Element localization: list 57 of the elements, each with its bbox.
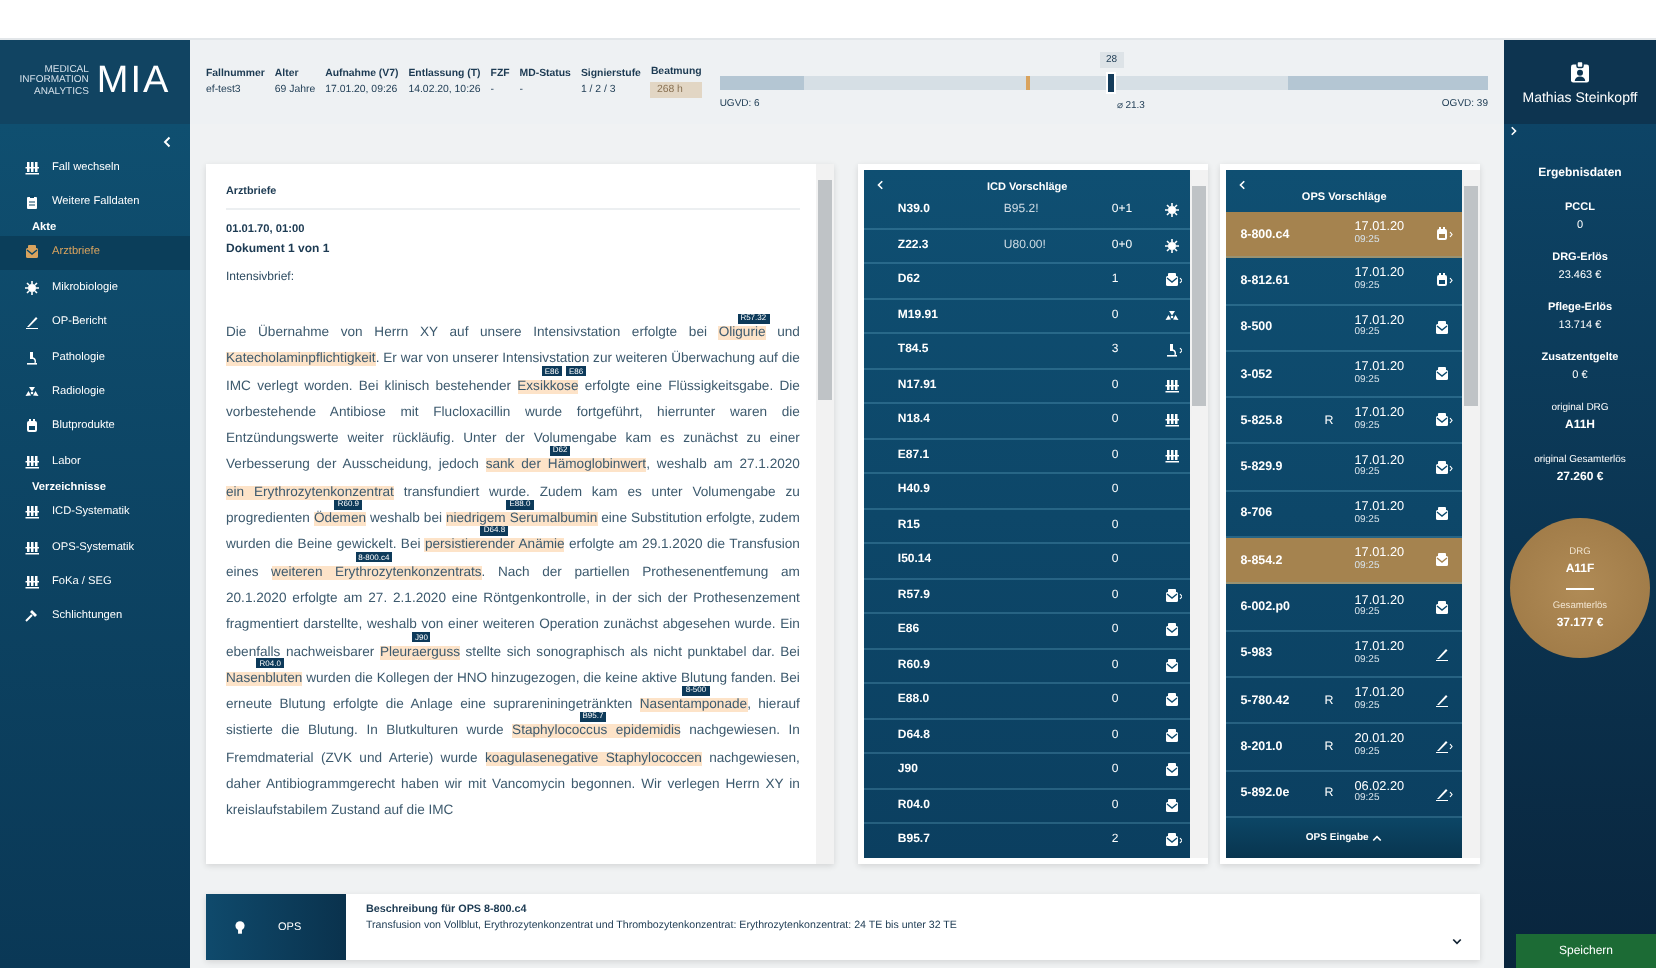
envelope-icon	[1163, 587, 1183, 604]
test-tube-rack-icon	[24, 504, 40, 521]
limit-zone	[719, 76, 805, 90]
scrollbar[interactable]	[815, 164, 834, 864]
radiation-icon	[1163, 307, 1180, 324]
blood-bag-icon	[1434, 226, 1454, 243]
lightbulb-icon	[234, 919, 246, 935]
scrollbar[interactable]	[1462, 170, 1480, 858]
caret-up-icon	[1372, 834, 1383, 842]
chevron-right-icon[interactable]	[1508, 126, 1518, 136]
germ-icon	[1163, 237, 1180, 254]
radiation-icon	[24, 384, 40, 401]
germ-icon	[1163, 202, 1180, 219]
envelope-icon	[1163, 797, 1180, 814]
chevron-left-icon[interactable]	[162, 136, 174, 148]
envelope-icon	[1434, 505, 1451, 522]
test-tube-rack-icon	[24, 573, 40, 590]
envelope-icon	[1434, 459, 1454, 476]
scalpel-icon	[24, 314, 40, 331]
envelope-icon	[1163, 762, 1180, 779]
blood-bag-icon	[1434, 272, 1454, 289]
chevron-left-icon[interactable]	[875, 180, 886, 190]
id-badge-icon	[1568, 59, 1592, 83]
envelope-icon	[1163, 272, 1183, 289]
scalpel-icon	[1434, 785, 1454, 802]
gavel-icon	[24, 608, 40, 625]
chevron-left-icon[interactable]	[1238, 180, 1249, 190]
test-tube-rack-icon	[1163, 412, 1180, 429]
mean-marker	[1026, 76, 1031, 90]
envelope-icon	[1434, 319, 1451, 336]
scrollbar[interactable]	[1190, 170, 1209, 858]
scalpel-icon	[1434, 738, 1454, 755]
envelope-icon	[1434, 599, 1451, 616]
envelope-icon	[1434, 412, 1454, 429]
microscope-icon	[24, 349, 40, 366]
microscope-icon	[1163, 342, 1183, 359]
scalpel-icon	[1434, 692, 1451, 709]
envelope-icon	[1434, 552, 1451, 569]
test-tube-rack-icon	[24, 453, 40, 470]
envelope-icon	[1163, 727, 1180, 744]
test-tube-rack-icon	[24, 539, 40, 556]
blood-bag-icon	[24, 418, 40, 435]
envelope-icon	[24, 244, 40, 261]
logo-mark: MIA	[96, 60, 171, 104]
test-tube-rack-icon	[1163, 447, 1180, 464]
slider-thumb[interactable]	[1106, 72, 1117, 94]
envelope-icon	[1163, 657, 1180, 674]
test-tube-rack-icon	[24, 159, 40, 176]
envelope-icon	[1163, 832, 1183, 849]
envelope-icon	[1163, 692, 1180, 709]
envelope-icon	[1163, 622, 1180, 639]
germ-icon	[24, 279, 40, 296]
envelope-icon	[1434, 366, 1451, 383]
chevron-down-icon[interactable]	[1452, 938, 1462, 946]
clipboard-icon	[24, 194, 40, 211]
scalpel-icon	[1434, 645, 1451, 662]
test-tube-rack-icon	[1163, 377, 1180, 394]
